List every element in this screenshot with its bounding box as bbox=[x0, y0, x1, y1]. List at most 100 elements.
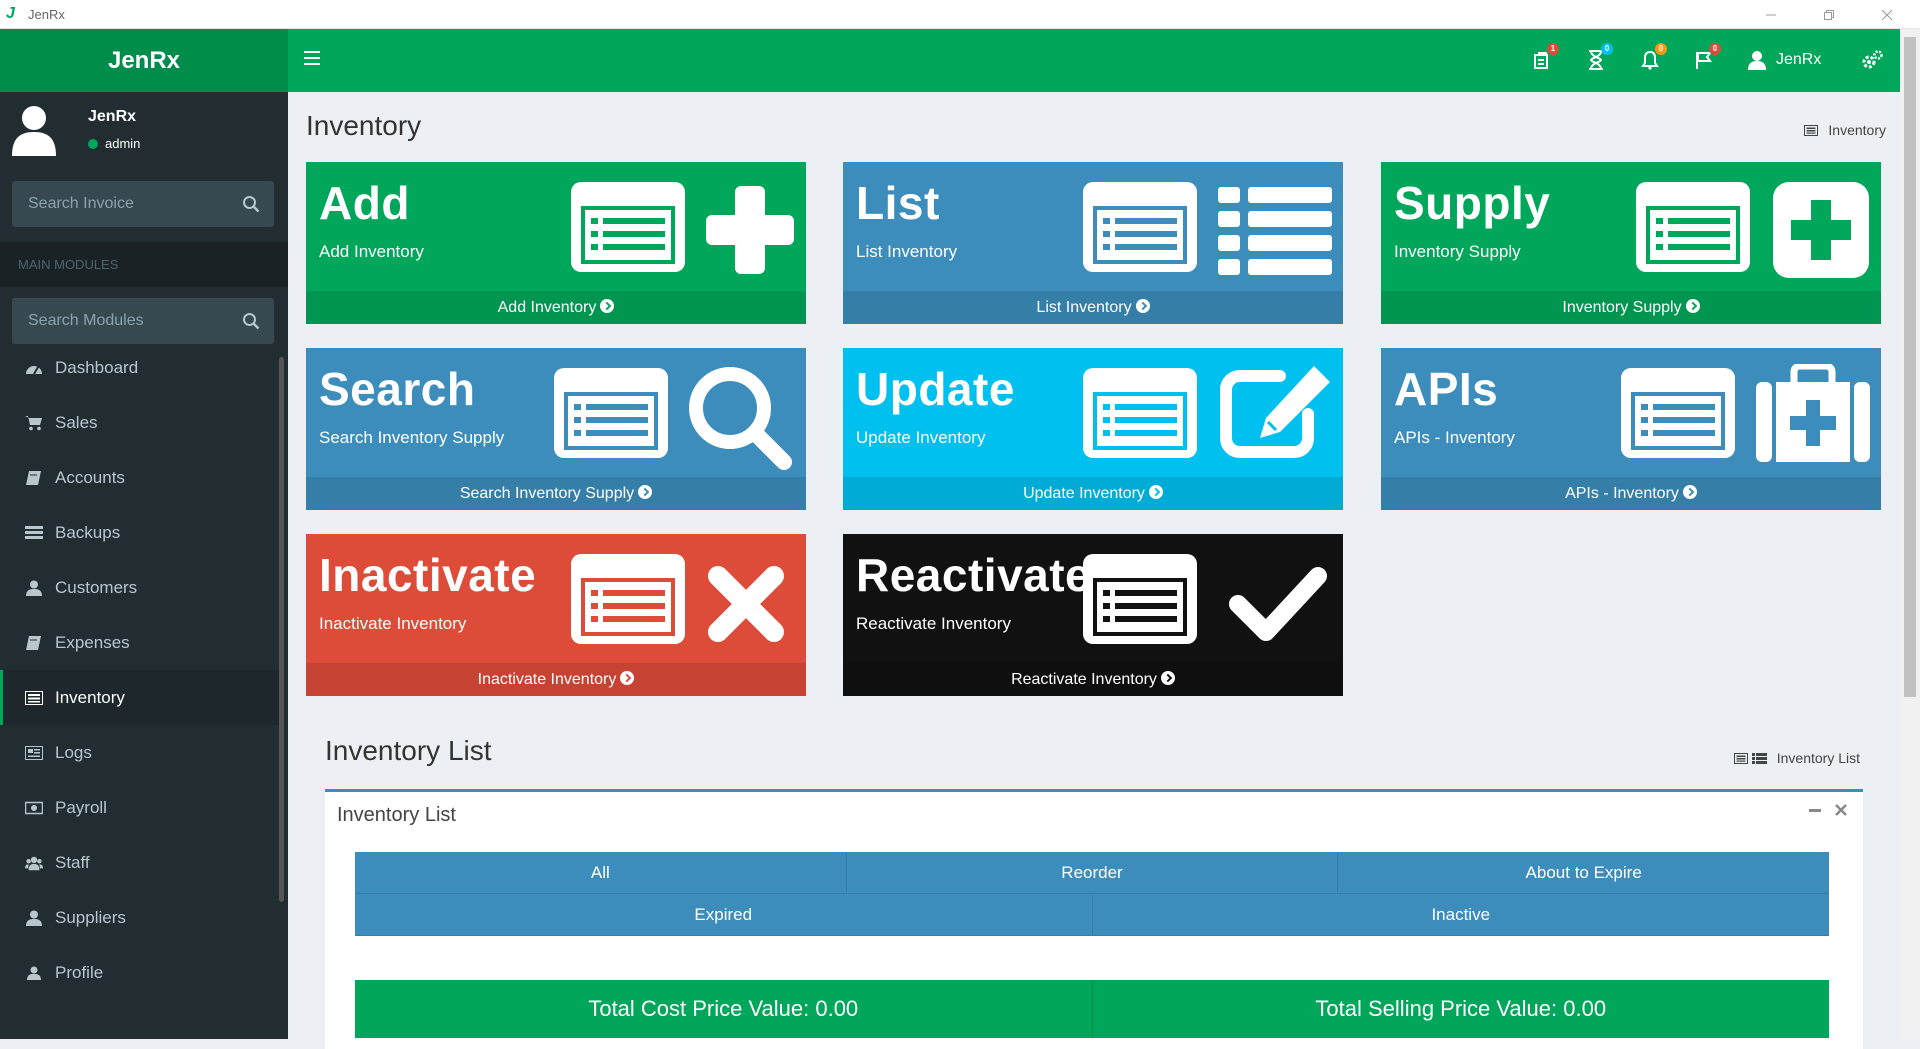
sidebar-item-sales[interactable]: Sales bbox=[0, 395, 280, 450]
tab-expired[interactable]: Expired bbox=[355, 894, 1093, 936]
flag-icon[interactable]: 0 bbox=[1690, 43, 1721, 74]
book-icon bbox=[25, 470, 43, 486]
tile-footer-link[interactable]: Inventory Supply bbox=[1381, 291, 1881, 324]
tile-inactivate-inventory[interactable]: Inactivate Inactivate Inventory Inactiva… bbox=[306, 534, 806, 696]
brand-logo[interactable]: JenRx bbox=[0, 29, 288, 92]
minimize-button[interactable] bbox=[1742, 0, 1800, 29]
sidebar-toggle-icon[interactable] bbox=[304, 51, 320, 65]
tile-footer-link[interactable]: Add Inventory bbox=[306, 291, 806, 324]
app-logo-icon: J bbox=[6, 5, 15, 22]
breadcrumb-label: Inventory bbox=[1828, 122, 1886, 138]
total-cost-price-value: Total Cost Price Value: 0.00 bbox=[355, 980, 1093, 1038]
tile-footer-link[interactable]: Update Inventory bbox=[843, 477, 1343, 510]
tile-heading: Add bbox=[319, 177, 410, 229]
search-invoice-box bbox=[12, 181, 274, 227]
search-icon[interactable] bbox=[242, 195, 260, 213]
sidebar-item-label: Sales bbox=[55, 412, 98, 432]
sidebar-user-role: admin bbox=[105, 136, 141, 151]
search-modules-box bbox=[12, 298, 274, 344]
totals-bar: Total Cost Price Value: 0.00 Total Selli… bbox=[355, 980, 1829, 1038]
sidebar-item-label: Profile bbox=[55, 962, 104, 982]
search-invoice-input[interactable] bbox=[12, 181, 232, 227]
hourglass-badge: 0 bbox=[1601, 43, 1613, 55]
sidebar-item-dashboard[interactable]: Dashboard bbox=[0, 340, 280, 395]
sidebar-item-accounts[interactable]: Accounts bbox=[0, 450, 280, 505]
page-scrollbar-thumb[interactable] bbox=[1904, 37, 1916, 697]
tile-apis-inventory[interactable]: APIs APIs - Inventory APIs - Inventory bbox=[1381, 348, 1881, 510]
tile-subtitle: APIs - Inventory bbox=[1394, 428, 1515, 447]
bell-icon[interactable]: 0 bbox=[1636, 43, 1667, 74]
tile-subtitle: Inactivate Inventory bbox=[319, 614, 467, 633]
tile-add-inventory[interactable]: Add Add Inventory Add Inventory bbox=[306, 162, 806, 324]
tile-heading: Reactivate bbox=[856, 549, 1092, 601]
tile-footer-link[interactable]: APIs - Inventory bbox=[1381, 477, 1881, 510]
tile-heading: List bbox=[856, 177, 940, 229]
tile-footer-label: Add Inventory bbox=[497, 299, 597, 316]
user-menu[interactable]: JenRx bbox=[1748, 46, 1821, 74]
sidebar-item-logs[interactable]: Logs bbox=[0, 725, 280, 780]
sidebar-item-label: Staff bbox=[55, 852, 90, 872]
tile-footer-link[interactable]: Inactivate Inventory bbox=[306, 663, 806, 696]
sidebar-item-staff[interactable]: Staff bbox=[0, 835, 280, 890]
sidebar-item-label: Accounts bbox=[55, 467, 125, 487]
tab-about-to-expire[interactable]: About to Expire bbox=[1338, 852, 1830, 894]
sidebar-item-customers[interactable]: Customers bbox=[0, 560, 280, 615]
tile-heading: Inactivate bbox=[319, 549, 537, 601]
user-icon bbox=[1748, 51, 1766, 70]
tile-footer-label: Update Inventory bbox=[1023, 485, 1145, 502]
check-icon bbox=[1229, 567, 1327, 641]
bell-badge: 0 bbox=[1655, 43, 1667, 55]
hourglass-icon[interactable]: 0 bbox=[1582, 43, 1613, 74]
user-icon bbox=[25, 910, 43, 926]
search-icon[interactable] bbox=[242, 312, 260, 330]
tile-footer-link[interactable]: Search Inventory Supply bbox=[306, 477, 806, 510]
collapse-button[interactable] bbox=[1809, 804, 1821, 816]
total-selling-price-value: Total Selling Price Value: 0.00 bbox=[1092, 980, 1829, 1038]
sidebar: JenRx admin MAIN MODULES Dashboard Sales… bbox=[0, 92, 288, 1039]
tile-heading: Search bbox=[319, 363, 476, 415]
section-breadcrumb[interactable]: Inventory List bbox=[1733, 750, 1860, 766]
list-icon bbox=[1218, 187, 1332, 275]
page-scrollbar[interactable] bbox=[1900, 29, 1920, 1039]
tile-search-inventory-supply[interactable]: Search Search Inventory Supply Search In… bbox=[306, 348, 806, 510]
tile-list-inventory[interactable]: List List Inventory List Inventory bbox=[843, 162, 1343, 324]
breadcrumb[interactable]: Inventory bbox=[1804, 122, 1886, 138]
sidebar-scrollbar[interactable] bbox=[279, 357, 284, 902]
sidebar-item-label: Dashboard bbox=[55, 357, 139, 377]
window-titlebar: J JenRx bbox=[0, 0, 1920, 29]
tab-reorder[interactable]: Reorder bbox=[846, 852, 1339, 894]
settings-gears-icon[interactable] bbox=[1858, 46, 1886, 74]
sidebar-section-header: MAIN MODULES bbox=[0, 242, 288, 287]
arrow-circle-right-icon bbox=[1148, 485, 1163, 499]
tile-subtitle: Inventory Supply bbox=[1394, 242, 1521, 261]
search-modules-input[interactable] bbox=[12, 298, 232, 344]
sidebar-item-expenses[interactable]: Expenses bbox=[0, 615, 280, 670]
tile-inventory-supply[interactable]: Supply Inventory Supply Inventory Supply bbox=[1381, 162, 1881, 324]
tile-reactivate-inventory[interactable]: Reactivate Reactivate Inventory Reactiva… bbox=[843, 534, 1343, 696]
list-card-icon bbox=[571, 182, 685, 272]
inventory-list-box: Inventory List All Reorder About to Expi… bbox=[325, 789, 1863, 1049]
box-tools bbox=[1809, 804, 1847, 816]
tile-subtitle: Reactivate Inventory bbox=[856, 614, 1011, 633]
list-card-icon bbox=[571, 554, 685, 644]
tile-subtitle: Update Inventory bbox=[856, 428, 986, 447]
restore-button[interactable] bbox=[1800, 0, 1858, 29]
sidebar-item-backups[interactable]: Backups bbox=[0, 505, 280, 560]
close-window-button[interactable] bbox=[1858, 0, 1916, 29]
tile-footer-link[interactable]: List Inventory bbox=[843, 291, 1343, 324]
sidebar-item-profile[interactable]: Profile bbox=[0, 945, 280, 1000]
tile-footer-label: APIs - Inventory bbox=[1565, 485, 1679, 502]
sidebar-item-inventory[interactable]: Inventory bbox=[0, 670, 280, 725]
tab-inactive[interactable]: Inactive bbox=[1092, 894, 1829, 936]
users-icon bbox=[25, 855, 43, 871]
tab-all[interactable]: All bbox=[355, 852, 847, 894]
tile-update-inventory[interactable]: Update Update Inventory Update Inventory bbox=[843, 348, 1343, 510]
tile-footer-link[interactable]: Reactivate Inventory bbox=[843, 663, 1343, 696]
sidebar-item-payroll[interactable]: Payroll bbox=[0, 780, 280, 835]
orders-icon[interactable]: 1 bbox=[1528, 43, 1559, 74]
arrow-circle-right-icon bbox=[638, 485, 653, 499]
plus-square-icon bbox=[1773, 182, 1869, 278]
search-icon bbox=[689, 367, 792, 470]
close-box-button[interactable] bbox=[1835, 804, 1847, 816]
sidebar-item-suppliers[interactable]: Suppliers bbox=[0, 890, 280, 945]
